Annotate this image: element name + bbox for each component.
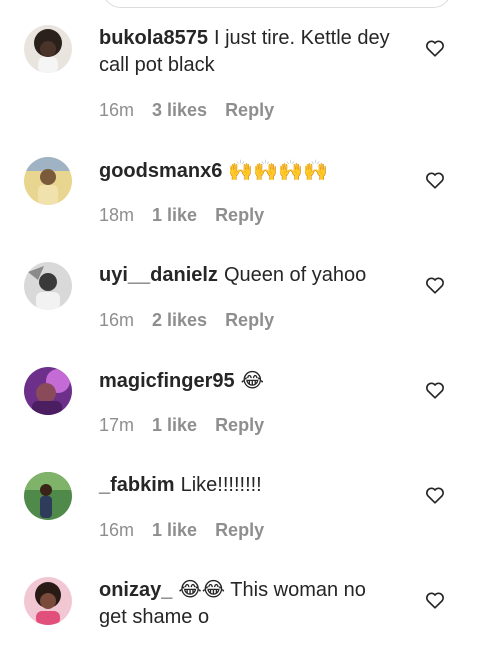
comment-time: 16m bbox=[99, 520, 135, 540]
heart-outline-icon[interactable] bbox=[424, 484, 446, 506]
avatar[interactable] bbox=[24, 367, 72, 415]
comment-body: Queen of yahoo bbox=[223, 264, 367, 286]
avatar[interactable] bbox=[24, 262, 72, 310]
comment-text: goodsmanx6 🙌🙌🙌🙌 bbox=[99, 157, 399, 185]
avatar[interactable] bbox=[24, 25, 72, 73]
heart-outline-icon[interactable] bbox=[424, 169, 446, 191]
comment-username[interactable]: onizay_ bbox=[99, 579, 172, 601]
reply-button[interactable]: Reply bbox=[215, 205, 264, 226]
comment-meta: 18m 1 like Reply bbox=[99, 205, 264, 226]
comment-meta: 16m 1 like Reply bbox=[99, 520, 264, 541]
comment-username[interactable]: goodsmanx6 bbox=[99, 160, 222, 182]
heart-outline-icon[interactable] bbox=[424, 379, 446, 401]
comment-meta: 16m 3 likes Reply bbox=[99, 100, 274, 121]
avatar[interactable] bbox=[24, 577, 72, 625]
comment-body: 🙌🙌🙌🙌 bbox=[228, 158, 328, 182]
avatar[interactable] bbox=[24, 157, 72, 205]
comment-text: onizay_ 😂😂 This woman no get shame o bbox=[99, 577, 399, 631]
comment-text: uyi__danielz Queen of yahoo bbox=[99, 262, 399, 289]
comment-username[interactable]: magicfinger95 bbox=[99, 370, 235, 392]
comment-likes[interactable]: 2 likes bbox=[152, 310, 207, 331]
comment-text: bukola8575 I just tire. Kettle dey call p… bbox=[99, 25, 399, 79]
comment-text: magicfinger95 😂 bbox=[99, 367, 399, 395]
heart-outline-icon[interactable] bbox=[424, 274, 446, 296]
comment-likes[interactable]: 1 like bbox=[152, 520, 197, 541]
comment-input[interactable] bbox=[102, 0, 452, 8]
comment-username[interactable]: uyi__danielz bbox=[99, 264, 218, 286]
comment-time: 17m bbox=[99, 415, 135, 435]
comment-time: 18m bbox=[99, 205, 135, 225]
comment-likes[interactable]: 1 like bbox=[152, 415, 197, 436]
comment-meta: 16m 2 likes Reply bbox=[99, 310, 274, 331]
heart-outline-icon[interactable] bbox=[424, 589, 446, 611]
comment-time: 16m bbox=[99, 100, 135, 120]
heart-outline-icon[interactable] bbox=[424, 37, 446, 59]
comment-likes[interactable]: 1 like bbox=[152, 205, 197, 226]
comment-time: 16m bbox=[99, 310, 135, 330]
reply-button[interactable]: Reply bbox=[225, 310, 274, 331]
avatar[interactable] bbox=[24, 472, 72, 520]
reply-button[interactable]: Reply bbox=[225, 100, 274, 121]
reply-button[interactable]: Reply bbox=[215, 415, 264, 436]
comment-body: Like!!!!!!!! bbox=[180, 474, 262, 496]
comment-body: 😂 bbox=[240, 368, 264, 392]
reply-button[interactable]: Reply bbox=[215, 520, 264, 541]
comment-likes[interactable]: 3 likes bbox=[152, 100, 207, 121]
comment-username[interactable]: _fabkim bbox=[99, 474, 175, 496]
comment-username[interactable]: bukola8575 bbox=[99, 27, 208, 49]
comment-meta: 17m 1 like Reply bbox=[99, 415, 264, 436]
comment-text: _fabkim Like!!!!!!!! bbox=[99, 472, 399, 499]
